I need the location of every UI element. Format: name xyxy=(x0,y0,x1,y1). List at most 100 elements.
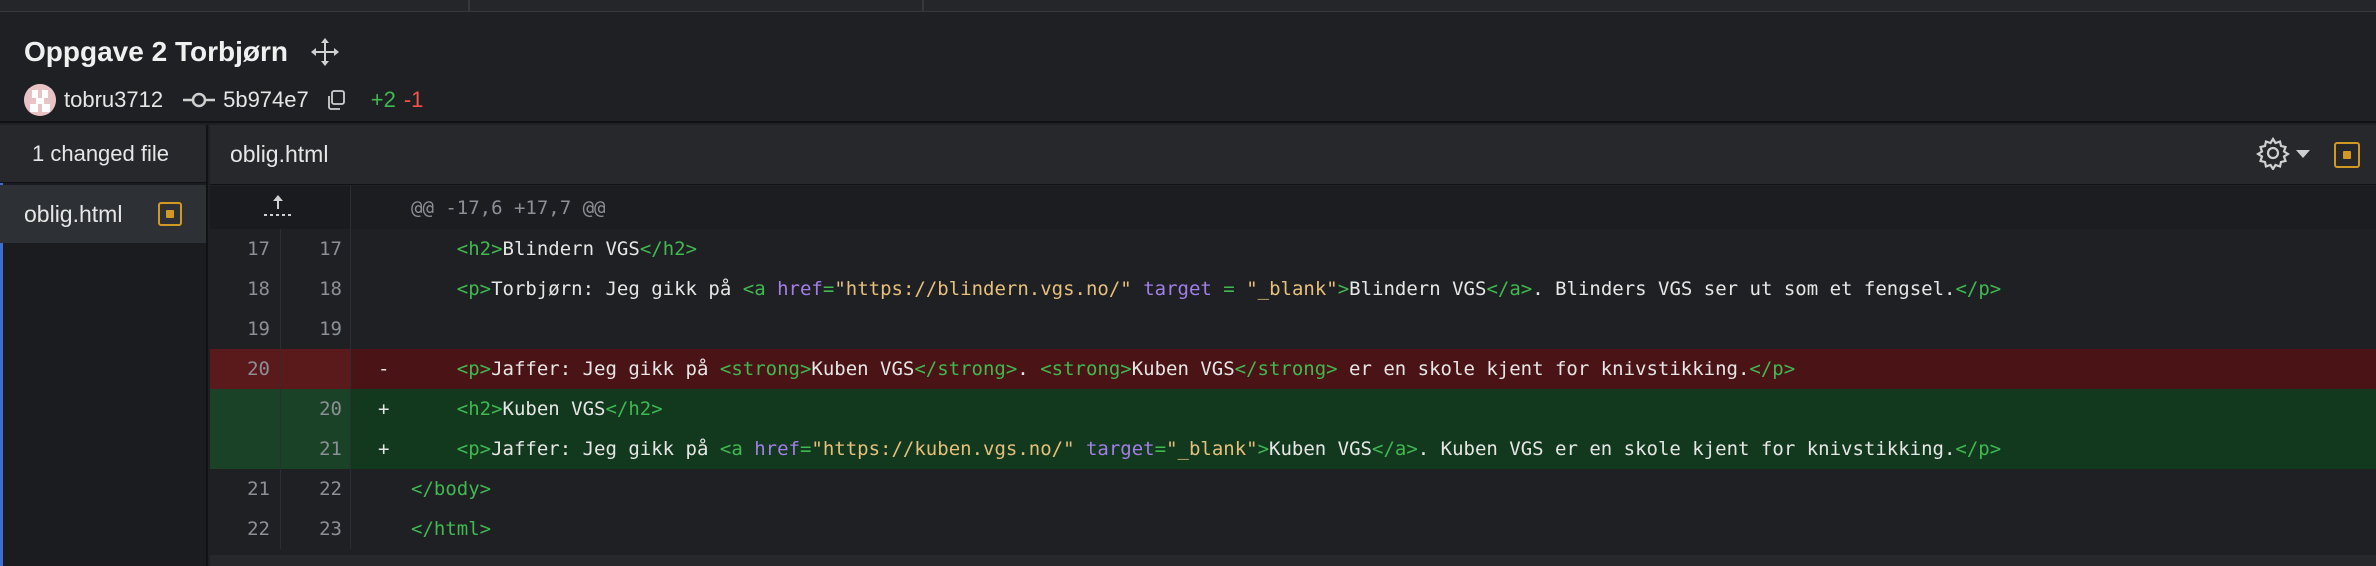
old-line-number[interactable]: 18 xyxy=(210,269,270,309)
old-line-number[interactable]: 17 xyxy=(210,229,270,269)
diff-row-added: 21 + <p>Jaffer: Jeg gikk på <a href="http… xyxy=(210,429,2376,469)
diff-sign: - xyxy=(378,358,390,380)
code-token: </h2> xyxy=(639,238,698,260)
hunk-header: @@ -17,6 +17,7 @@ xyxy=(210,186,2376,229)
modified-badge-icon xyxy=(2334,142,2360,168)
deletions-count: -1 xyxy=(403,87,424,112)
code-line: <h2>Kuben VGS</h2> xyxy=(411,389,663,429)
file-header: oblig.html xyxy=(210,125,2376,185)
code-token: Blindern VGS xyxy=(1349,278,1487,300)
old-line-number[interactable] xyxy=(210,389,270,429)
code-token: Jaffer: Jeg gikk på xyxy=(491,438,720,460)
diff-sign: + xyxy=(378,398,390,420)
top-strip xyxy=(0,0,2376,12)
gutter-divider xyxy=(350,309,351,349)
code-token: target xyxy=(1085,438,1155,460)
old-line-number[interactable]: 20 xyxy=(210,349,270,389)
code-token: Blindern VGS xyxy=(502,238,640,260)
gear-icon[interactable] xyxy=(2256,136,2290,170)
move-icon[interactable] xyxy=(310,37,340,67)
code-token: <h2> xyxy=(456,398,503,420)
code-token: Kuben VGS xyxy=(1269,438,1372,460)
code-token: </h2> xyxy=(605,398,663,420)
code-token: Kuben VGS xyxy=(502,398,606,420)
copy-icon[interactable] xyxy=(325,89,347,111)
gutter-divider xyxy=(350,469,351,509)
gutter-divider xyxy=(350,389,351,429)
code-token: </p> xyxy=(1955,278,2002,300)
diff-row: 18 18 <p>Torbjørn: Jeg gikk på <a href="h… xyxy=(210,269,2376,309)
code-line: </html> xyxy=(411,509,491,549)
code-token: <a xyxy=(719,438,755,460)
code-token: <p> xyxy=(456,358,492,380)
new-line-number[interactable]: 17 xyxy=(280,229,342,269)
code-token: href xyxy=(777,278,823,300)
code-token: Kuben VGS xyxy=(811,358,915,380)
code-token: <strong> xyxy=(719,358,812,380)
old-line-number[interactable]: 19 xyxy=(210,309,270,349)
code-token: = xyxy=(1154,438,1167,460)
changed-files-heading: 1 changed file xyxy=(0,125,206,183)
code-token: </p> xyxy=(1749,358,1796,380)
chevron-down-icon[interactable] xyxy=(2296,150,2310,158)
code-token: = xyxy=(1223,278,1235,300)
expand-up-icon[interactable] xyxy=(262,194,294,220)
avatar[interactable] xyxy=(24,84,56,116)
new-line-number[interactable]: 21 xyxy=(280,429,342,469)
modified-badge-icon xyxy=(158,202,182,226)
code-line: <p>Jaffer: Jeg gikk på <strong>Kuben VGS… xyxy=(411,349,1795,389)
horizontal-scrollbar[interactable] xyxy=(210,555,2376,566)
old-line-number[interactable]: 22 xyxy=(210,509,270,549)
diff-row-deleted: 20- <p>Jaffer: Jeg gikk på <strong>Kuben… xyxy=(210,349,2376,389)
code-token: "_blank" xyxy=(1246,278,1338,300)
gutter-divider xyxy=(350,229,351,269)
new-line-number[interactable]: 23 xyxy=(280,509,342,549)
diff-row: 21 22 </body> xyxy=(210,469,2376,509)
code-line: <p>Jaffer: Jeg gikk på <a href="https://… xyxy=(411,429,2001,469)
code-token: Kuben VGS xyxy=(1131,358,1235,380)
divider xyxy=(468,0,470,12)
new-line-number[interactable]: 22 xyxy=(280,469,342,509)
sidebar-file-label: oblig.html xyxy=(24,200,123,227)
code-token: "https://kuben.vgs.no/" xyxy=(811,438,1075,460)
commit-sha[interactable]: 5b974e7 xyxy=(223,87,309,113)
code-token: </body> xyxy=(411,478,492,500)
gutter-divider xyxy=(350,429,351,469)
code-line: </body> xyxy=(411,469,491,509)
commit-title: Oppgave 2 Torbjørn xyxy=(24,36,288,67)
file-name: oblig.html xyxy=(230,141,329,167)
code-token: "https://blindern.vgs.no/" xyxy=(834,278,1132,300)
gutter-divider xyxy=(350,349,351,389)
new-line-number[interactable] xyxy=(280,349,342,389)
diff-view: @@ -17,6 +17,7 @@ 17 17 <h2>Blindern VGS<… xyxy=(210,186,2376,549)
code-token: . Blinders VGS ser ut som et fengsel. xyxy=(1532,278,1956,300)
diff-row: 17 17 <h2>Blindern VGS</h2> xyxy=(210,229,2376,269)
diff-panel: oblig.html @@ -17,6 +17,7 @@ 17 17 <h2>B… xyxy=(210,125,2376,566)
diff-row: 19 19 xyxy=(210,309,2376,349)
file-sidebar: 1 changed file oblig.html xyxy=(0,125,208,566)
code-token: <p> xyxy=(456,278,492,300)
author-name[interactable]: tobru3712 xyxy=(64,87,163,113)
new-line-number[interactable]: 19 xyxy=(280,309,342,349)
code-token: <p> xyxy=(456,438,492,460)
old-line-number[interactable] xyxy=(210,429,270,469)
sidebar-file-item[interactable]: oblig.html xyxy=(0,185,206,243)
code-token: </strong> xyxy=(914,358,1018,380)
code-token: Jaffer: Jeg gikk på xyxy=(491,358,720,380)
code-token: </strong> xyxy=(1234,358,1338,380)
code-token: . Kuben VGS er en skole kjent for knivst… xyxy=(1417,438,1956,460)
new-line-number[interactable]: 20 xyxy=(280,389,342,429)
new-line-number[interactable]: 18 xyxy=(280,269,342,309)
additions-count: +2 xyxy=(370,87,396,112)
diff-row: 22 23 </html> xyxy=(210,509,2376,549)
code-token: target xyxy=(1143,278,1212,300)
gutter-divider xyxy=(350,269,351,309)
title-row: Oppgave 2 Torbjørn xyxy=(24,32,340,72)
hunk-gutter xyxy=(210,186,351,229)
old-line-number[interactable]: 21 xyxy=(210,469,270,509)
